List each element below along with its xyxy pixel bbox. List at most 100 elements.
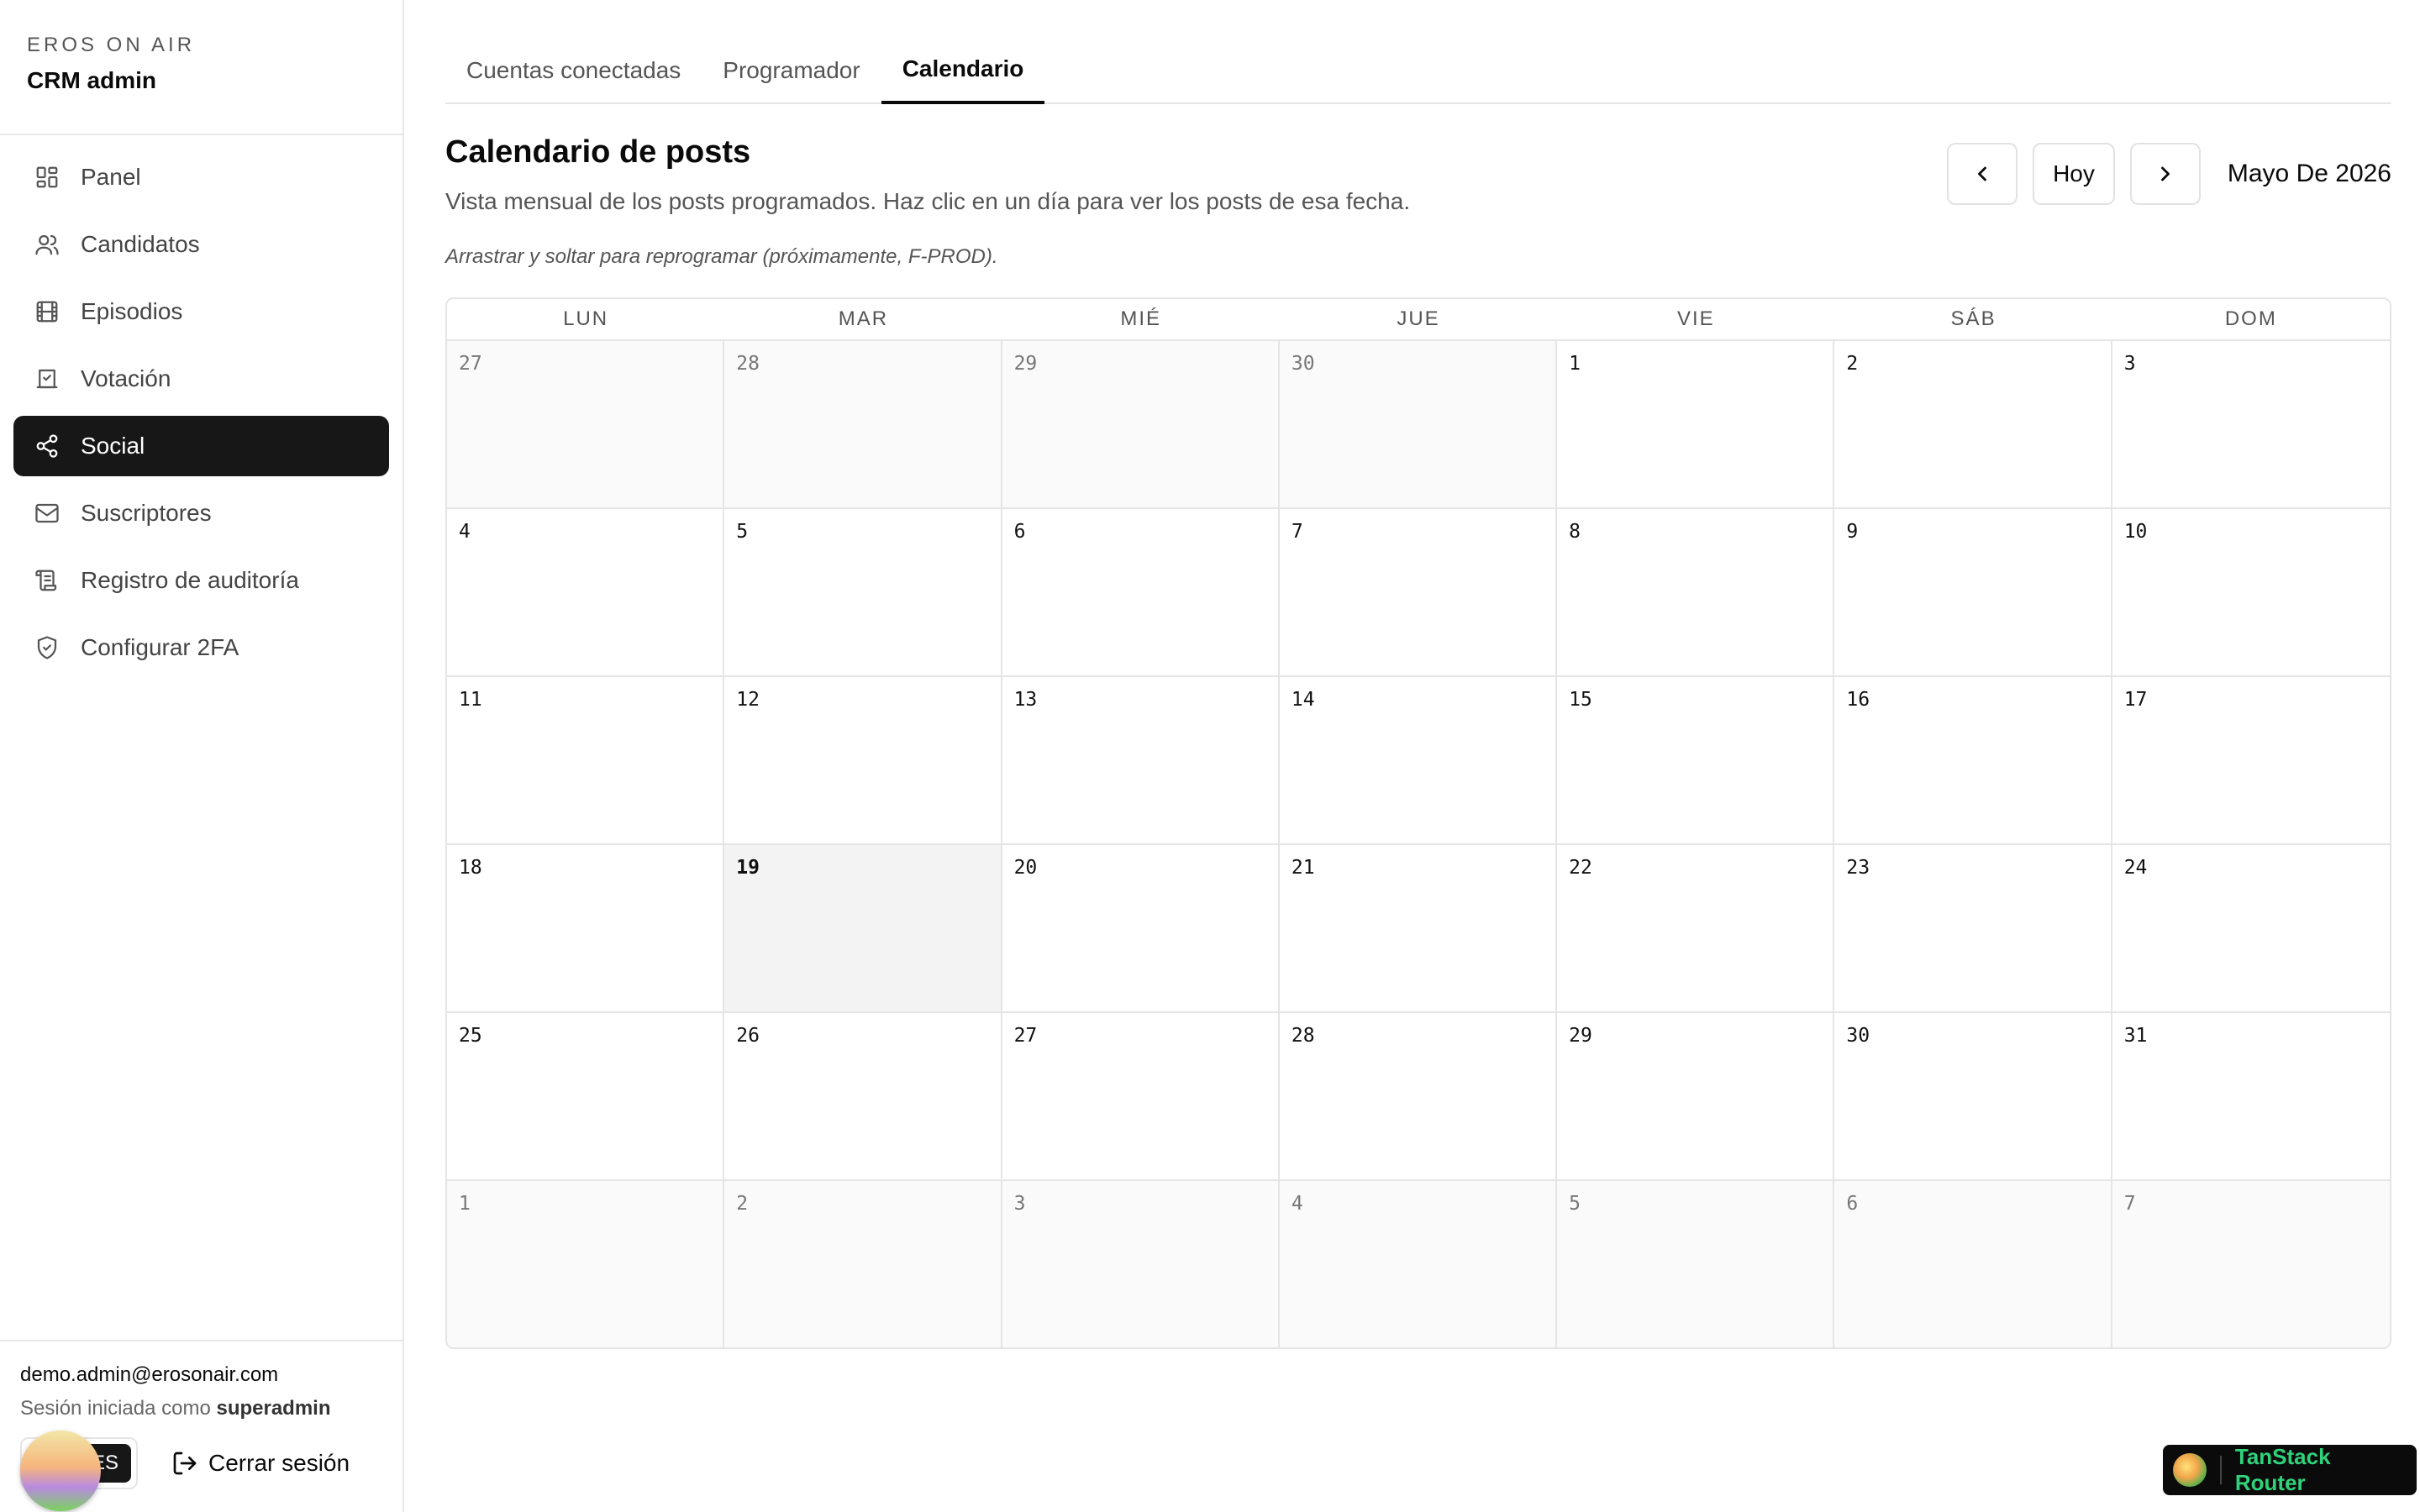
share-icon (34, 433, 60, 459)
calendar-day[interactable]: 15 (1557, 677, 1835, 845)
sidebar-item-label: Votación (81, 365, 171, 391)
user-role: superadmin (216, 1397, 331, 1420)
calendar-day[interactable]: 27 (447, 341, 725, 509)
calendar-day[interactable]: 1 (1557, 341, 1835, 509)
chevron-right-icon (2160, 166, 2170, 181)
sidebar-nav: Panel Candidatos Episodios Votación Soci… (0, 135, 402, 678)
sidebar-item-social[interactable]: Social (13, 416, 389, 476)
calendar-day[interactable]: 21 (1279, 845, 1558, 1013)
calendar-day[interactable]: 5 (724, 509, 1002, 677)
brand-title: CRM admin (27, 67, 156, 93)
month-calendar: LUN MAR MIÉ JUE VIE SÁB DOM 27 28 29 30 1 2 3 4 5 6 7 8 9 1… (445, 297, 2391, 1349)
calendar-day[interactable]: 2 (724, 1181, 1002, 1347)
today-button[interactable]: Hoy (2033, 143, 2115, 205)
sidebar: EROS ON AIR CRM admin Panel Candidatos E… (0, 0, 404, 1512)
calendar-day[interactable]: 8 (1557, 509, 1835, 677)
calendar-day[interactable]: 4 (1279, 1181, 1558, 1347)
calendar-day[interactable]: 30 (1279, 341, 1558, 509)
sidebar-item-episodios[interactable]: Episodios (13, 281, 389, 342)
language-switcher: EN ES (20, 1431, 138, 1511)
calendar-day[interactable]: 4 (447, 509, 725, 677)
calendar-day[interactable]: 6 (1002, 509, 1280, 677)
calendar-day[interactable]: 30 (1834, 1013, 2112, 1181)
sidebar-item-candidatos[interactable]: Candidatos (13, 214, 389, 275)
sidebar-item-votacion[interactable]: Votación (13, 349, 389, 409)
weekday-label: DOM (2224, 307, 2277, 330)
calendar-day[interactable]: 16 (1834, 677, 2112, 845)
user-session: Sesión iniciada como superadmin (20, 1397, 384, 1420)
calendar-day[interactable]: 2 (1834, 341, 2112, 509)
scroll-icon (34, 567, 60, 594)
prev-month-button[interactable] (1947, 143, 2018, 205)
logout-icon (173, 1452, 197, 1475)
brand: EROS ON AIR CRM admin (0, 0, 402, 135)
tab-programador[interactable]: Programador (702, 0, 881, 102)
sidebar-item-panel[interactable]: Panel (13, 147, 389, 207)
calendar-day[interactable]: 3 (2112, 341, 2390, 509)
logout-label: Cerrar sesión (208, 1450, 350, 1476)
calendar-day[interactable]: 11 (447, 677, 725, 845)
weekday-label: VIE (1676, 307, 1715, 330)
tanstack-router-devtools-button[interactable]: TanStack Router (2163, 1444, 2417, 1495)
tab-bar: Cuentas conectadas Programador Calendari… (445, 0, 2391, 104)
sidebar-item-label: Registro de auditoría (81, 567, 299, 593)
calendar-day[interactable]: 3 (1002, 1181, 1280, 1347)
vote-icon (34, 365, 60, 392)
film-icon (34, 298, 60, 325)
calendar-day[interactable]: 1 (447, 1181, 725, 1347)
calendar-day[interactable]: 24 (2112, 845, 2390, 1013)
page-note: Arrastrar y soltar para reprogramar (pró… (445, 245, 998, 268)
sidebar-item-label: Configurar 2FA (81, 634, 239, 660)
calendar-day[interactable]: 31 (2112, 1013, 2390, 1181)
calendar-day[interactable]: 14 (1279, 677, 1558, 845)
calendar-day[interactable]: 9 (1834, 509, 2112, 677)
calendar-day[interactable]: 13 (1002, 677, 1280, 845)
tab-calendario[interactable]: Calendario (881, 0, 1045, 104)
tab-cuentas-conectadas[interactable]: Cuentas conectadas (445, 0, 702, 102)
calendar-day[interactable]: 12 (724, 677, 1002, 845)
shield-icon (34, 634, 60, 661)
calendar-day[interactable]: 5 (1557, 1181, 1835, 1347)
calendar-day[interactable]: 23 (1834, 845, 2112, 1013)
tanstack-logo-icon (2173, 1453, 2207, 1487)
weekday-label: MAR (838, 307, 889, 330)
weekday-label: SÁB (1950, 307, 1996, 330)
calendar-day[interactable]: 17 (2112, 677, 2390, 845)
calendar-day[interactable]: 7 (1279, 509, 1558, 677)
calendar-day[interactable]: 20 (1002, 845, 1280, 1013)
calendar-day[interactable]: 29 (1002, 341, 1280, 509)
devtools-floating-icon[interactable] (20, 1431, 101, 1511)
main-content: Cuentas conectadas Programador Calendari… (445, 0, 2391, 1512)
calendar-day[interactable]: 29 (1557, 1013, 1835, 1181)
calendar-controls: Hoy Mayo De 2026 (1947, 143, 2391, 205)
calendar-day[interactable]: 6 (1834, 1181, 2112, 1347)
calendar-day[interactable]: 28 (724, 341, 1002, 509)
calendar-day[interactable]: 28 (1279, 1013, 1558, 1181)
page-title: Calendario de posts (445, 134, 751, 170)
calendar-day[interactable]: 25 (447, 1013, 725, 1181)
sidebar-item-configurar-2fa[interactable]: Configurar 2FA (13, 617, 389, 678)
calendar-day[interactable]: 18 (447, 845, 725, 1013)
calendar-grid: 27 28 29 30 1 2 3 4 5 6 7 8 9 10 11 12 13 14 15 16 17 18 19 20 2… (447, 341, 2390, 1347)
calendar-day[interactable]: 10 (2112, 509, 2390, 677)
page-description: Vista mensual de los posts programados. … (445, 188, 1411, 214)
page-header: Calendario de posts Vista mensual de los… (445, 104, 2391, 297)
mail-icon (34, 500, 60, 527)
next-month-button[interactable] (2129, 143, 2201, 205)
user-email: demo.admin@erosonair.com (20, 1363, 279, 1386)
calendar-day[interactable]: 22 (1557, 845, 1835, 1013)
logout-button[interactable]: Cerrar sesión (171, 1450, 350, 1477)
weekday-label: LUN (563, 307, 609, 330)
sidebar-footer: demo.admin@erosonair.com Sesión iniciada… (0, 1340, 404, 1512)
sidebar-item-registro-auditoria[interactable]: Registro de auditoría (13, 550, 389, 611)
session-prefix: Sesión iniciada como (20, 1397, 211, 1420)
calendar-day[interactable]: 26 (724, 1013, 1002, 1181)
calendar-day[interactable]: 27 (1002, 1013, 1280, 1181)
month-label: Mayo De 2026 (2227, 160, 2391, 187)
sidebar-item-suscriptores[interactable]: Suscriptores (13, 483, 389, 543)
devtools-label: TanStack Router (2234, 1444, 2331, 1495)
calendar-day[interactable]: 7 (2112, 1181, 2390, 1347)
sidebar-item-label: Panel (81, 164, 141, 190)
calendar-day-today[interactable]: 19 (724, 845, 1002, 1013)
users-icon (34, 231, 60, 258)
